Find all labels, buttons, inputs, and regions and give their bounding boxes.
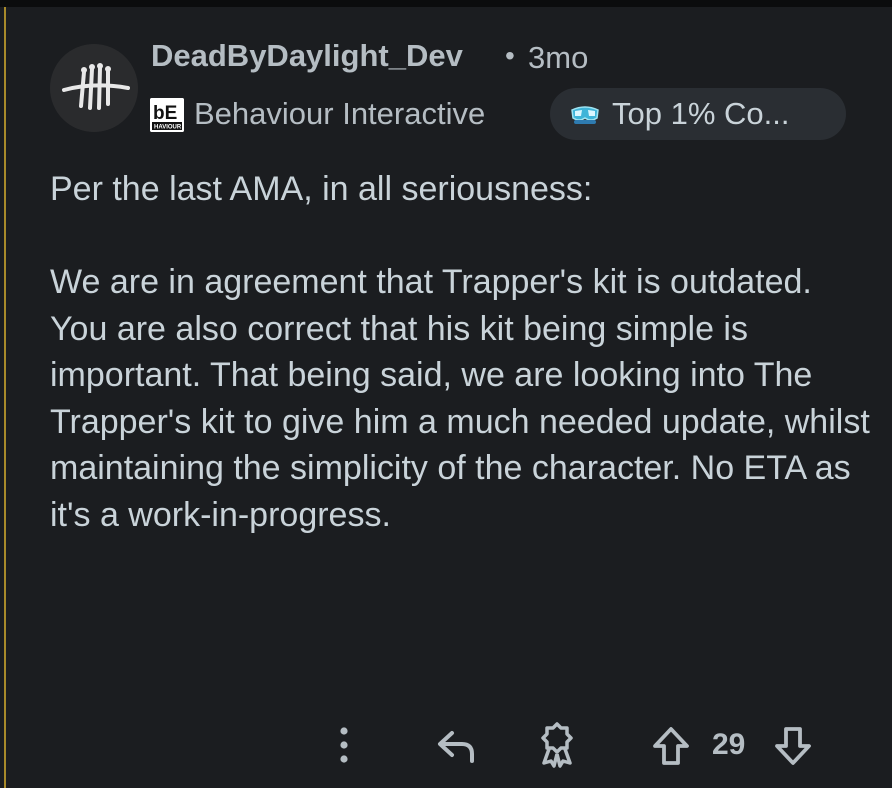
reply-icon (438, 731, 474, 763)
username-link[interactable]: DeadByDaylight_Dev (151, 38, 463, 74)
badge-label: Top 1% Co... (612, 96, 790, 131)
upvote-button[interactable] (646, 720, 696, 772)
upvote-arrow-icon (653, 727, 689, 765)
comment-paragraph: Per the last AMA, in all seriousness: (50, 170, 593, 208)
achievement-badge[interactable]: Top 1% Co... (550, 88, 846, 140)
dbd-logo-icon (50, 44, 138, 132)
downvote-arrow-icon (775, 727, 811, 765)
more-options-button[interactable] (326, 720, 362, 770)
comment: DeadByDaylight_Dev • 3mo bE HAVIOUR Beha… (0, 0, 892, 788)
timestamp: 3mo (528, 40, 589, 75)
separator-dot: • (505, 40, 515, 71)
reply-button[interactable] (432, 722, 482, 770)
behaviour-logo-icon: bE HAVIOUR (150, 98, 184, 132)
downvote-button[interactable] (768, 720, 818, 772)
comment-paragraph: We are in agreement that Trapper's kit i… (50, 263, 870, 534)
award-icon (541, 722, 573, 768)
goggles-icon (571, 106, 599, 124)
award-button[interactable] (532, 718, 582, 772)
svg-text:HAVIOUR: HAVIOUR (154, 125, 182, 131)
user-flair-text: Behaviour Interactive (194, 96, 486, 131)
comment-body: Per the last AMA, in all seriousness: We… (50, 166, 870, 538)
more-vertical-icon (340, 727, 348, 763)
svg-text:bE: bE (153, 103, 177, 124)
vote-count: 29 (712, 728, 746, 761)
avatar[interactable] (50, 44, 138, 132)
